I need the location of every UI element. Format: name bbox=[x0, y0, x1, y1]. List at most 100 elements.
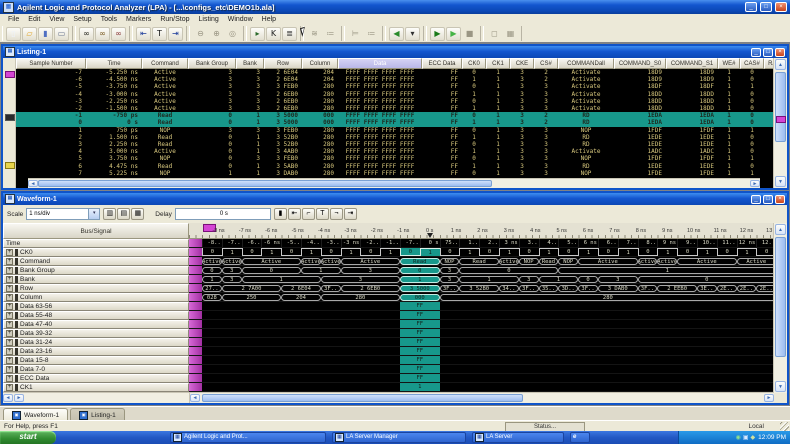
scroll-left-icon[interactable]: ◄ bbox=[3, 394, 13, 402]
setup-trigger-icon[interactable]: K bbox=[266, 26, 281, 41]
expand-icon[interactable]: + bbox=[6, 276, 13, 283]
prev-edge-icon[interactable]: ⌐ bbox=[301, 208, 315, 220]
begin-of-data-marker[interactable] bbox=[5, 71, 15, 78]
col-header-cas[interactable]: CAS# bbox=[740, 58, 764, 69]
col-header-data[interactable]: Data bbox=[338, 58, 422, 69]
col-header-ecc-data[interactable]: ECC Data bbox=[422, 58, 462, 69]
scroll-up-icon[interactable]: ▲ bbox=[775, 224, 786, 235]
taskbar-button-la-server-manager[interactable]: ▦ LA Server Manager bbox=[332, 432, 466, 443]
scroll-left-icon[interactable]: ◄ bbox=[28, 180, 38, 187]
sound-dropdown-icon[interactable]: ▾ bbox=[405, 26, 420, 41]
expand-icon[interactable]: + bbox=[6, 357, 13, 364]
waveform-plot[interactable]: Time -8.. -7.. -6.. -6 ns -5.. -4.. -3.. -3 ns -2… bbox=[3, 239, 774, 392]
signal-label-command[interactable]: + Command bbox=[3, 257, 189, 266]
expand-icon[interactable]: + bbox=[6, 312, 13, 319]
scroll-left-icon[interactable]: ◄ bbox=[190, 394, 200, 402]
table-row[interactable]: 2 1.500 ns Read 0 1 3 52B0 280 FFFF FFFF FFFF F… bbox=[16, 134, 773, 141]
menu-listing[interactable]: Listing bbox=[195, 16, 223, 23]
minimize-button[interactable]: _ bbox=[745, 2, 757, 12]
bus-signal-header[interactable]: Bus/Signal bbox=[3, 223, 189, 239]
expand-icon[interactable]: + bbox=[6, 285, 13, 292]
menu-tools[interactable]: Tools bbox=[97, 16, 121, 23]
signal-label-ck1[interactable]: + CK1 bbox=[3, 383, 189, 392]
table-row[interactable]: -3 -2.250 ns Active 3 3 2 6EB0 280 FFFF FFFF FF… bbox=[16, 98, 773, 105]
col-header-ck0[interactable]: CK0 bbox=[462, 58, 486, 69]
table-row[interactable]: 6 4.475 ns Read 0 1 3 5AB0 280 FFFF FFFF FFFF F… bbox=[16, 162, 773, 170]
trigger-marker-icon[interactable]: T bbox=[152, 26, 167, 41]
find-next-icon[interactable]: ∞ bbox=[95, 26, 110, 41]
new-file-icon[interactable]: ▯ bbox=[6, 26, 21, 41]
setup-options-icon[interactable]: ≣ bbox=[282, 26, 297, 41]
col-header-column[interactable]: Column bbox=[302, 58, 338, 69]
table-row[interactable]: -5 -3.750 ns Active 3 3 3 FEB0 280 FFFF FFFF FF… bbox=[16, 83, 773, 90]
expand-icon[interactable]: + bbox=[6, 366, 13, 373]
menu-markers[interactable]: Markers bbox=[122, 16, 155, 23]
pan-left-icon[interactable]: ⇤ bbox=[287, 208, 301, 220]
signal-label-data-15-8[interactable]: + Data 15-8 bbox=[3, 356, 189, 365]
next-marker-icon[interactable]: ⇥ bbox=[168, 26, 183, 41]
menu-view[interactable]: View bbox=[45, 16, 68, 23]
expand-icon[interactable]: + bbox=[6, 294, 13, 301]
next-edge-icon[interactable]: ¬ bbox=[329, 208, 343, 220]
sound-icon[interactable]: ◀ bbox=[389, 26, 404, 41]
table-row[interactable]: -1 -750 ps Read 0 1 3 5000 000 FFFF FFFF FFFF F… bbox=[16, 112, 773, 120]
start-button[interactable]: start bbox=[0, 431, 56, 444]
signal-label-data-47-40[interactable]: + Data 47-40 bbox=[3, 320, 189, 329]
taskbar-button-agilent-logic-and-prot[interactable]: ▦ Agilent Logic and Prot... bbox=[170, 432, 326, 443]
close-button[interactable]: × bbox=[775, 2, 787, 12]
waveform-zoom-out-icon[interactable]: ▦ bbox=[131, 208, 145, 220]
signal-label-data-23-16[interactable]: + Data 23-16 bbox=[3, 347, 189, 356]
col-header-ck1[interactable]: CK1 bbox=[486, 58, 510, 69]
scroll-right-icon[interactable]: ► bbox=[764, 394, 774, 402]
menu-edit[interactable]: Edit bbox=[24, 16, 44, 23]
signal-label-data-31-24[interactable]: + Data 31-24 bbox=[3, 338, 189, 347]
expand-icon[interactable]: + bbox=[6, 384, 13, 391]
waveform-minimize-button[interactable]: _ bbox=[751, 194, 761, 204]
signal-label-row[interactable]: + Row bbox=[3, 284, 189, 293]
col-header-cke[interactable]: CKE bbox=[510, 58, 534, 69]
find-prev-icon[interactable]: ∞ bbox=[111, 26, 126, 41]
waveform-maximize-button[interactable]: □ bbox=[763, 194, 773, 204]
waveform-v-scrollbar[interactable]: ▲ ▼ bbox=[773, 223, 787, 393]
scroll-down-icon[interactable]: ▼ bbox=[775, 176, 786, 187]
listing-minimize-button[interactable]: _ bbox=[751, 47, 761, 57]
table-row[interactable]: 7 5.225 ns NOP 1 1 3 DAB0 280 FFFF FFFF FFFF FF… bbox=[16, 170, 773, 177]
waveform-h-scrollbar[interactable]: ◄ ► ◄ ► bbox=[3, 392, 774, 403]
resize-grip[interactable] bbox=[780, 422, 789, 431]
table-row[interactable]: -2 -1.500 ns Active 3 3 2 6EB0 280 FFFF FFFF FF… bbox=[16, 105, 773, 112]
listing-h-scroll-thumb[interactable] bbox=[38, 180, 492, 187]
listing-maximize-button[interactable]: □ bbox=[763, 47, 773, 57]
listing-h-scrollbar[interactable]: ◄ ► bbox=[28, 178, 760, 188]
table-row[interactable]: -6 -4.500 ns Active 3 3 2 6E04 204 FFFF FFFF FF… bbox=[16, 76, 773, 83]
col-header-row[interactable]: Row bbox=[264, 58, 302, 69]
scroll-up-icon[interactable]: ▲ bbox=[775, 59, 786, 70]
signal-label-data-55-48[interactable]: + Data 55-48 bbox=[3, 311, 189, 320]
expand-icon[interactable]: + bbox=[6, 267, 13, 274]
signal-label-column[interactable]: + Column bbox=[3, 293, 189, 302]
expand-icon[interactable]: + bbox=[6, 249, 13, 256]
table-row[interactable]: 0 0 s Read 0 1 3 5000 000 FFFF FFFF FFFF FFFF FF… bbox=[16, 119, 773, 127]
setup-sampling-icon[interactable]: ▸ bbox=[250, 26, 265, 41]
menu-window[interactable]: Window bbox=[224, 16, 257, 23]
delay-input[interactable]: 0 s bbox=[174, 208, 271, 220]
run-repetitive-icon[interactable]: ▶ bbox=[446, 26, 461, 41]
chevron-down-icon[interactable]: ▾ bbox=[88, 209, 100, 219]
col-header-command[interactable]: Command bbox=[142, 58, 188, 69]
waveform-zoom-in-icon[interactable]: ▤ bbox=[117, 208, 131, 220]
pan-right-icon[interactable]: ⇥ bbox=[343, 208, 357, 220]
waveform-zoom-fit-icon[interactable]: ▥ bbox=[103, 208, 117, 220]
taskbar-ie-button[interactable]: e bbox=[570, 432, 590, 443]
listing-v-scrollbar[interactable]: ▲ ▼ bbox=[773, 58, 787, 188]
col-header-cs[interactable]: CS# bbox=[534, 58, 558, 69]
expand-icon[interactable]: + bbox=[6, 348, 13, 355]
taskbar-button-la-server[interactable]: ▦ LA Server bbox=[472, 432, 564, 443]
col-header-we[interactable]: WE# bbox=[718, 58, 740, 69]
cursor-row-marker[interactable] bbox=[5, 114, 15, 121]
table-row[interactable]: 4 3.000 ns Active 0 1 3 4AB0 280 FFFF FFFF FFFF… bbox=[16, 148, 773, 155]
maximize-button[interactable]: □ bbox=[760, 2, 772, 12]
open-folder-icon[interactable]: ▱ bbox=[22, 26, 37, 41]
expand-icon[interactable]: + bbox=[6, 321, 13, 328]
expand-icon[interactable]: + bbox=[6, 339, 13, 346]
table-row[interactable]: 5 3.750 ns NOP 0 3 3 FEB0 280 FFFF FFFF FFFF FF… bbox=[16, 155, 773, 162]
expand-icon[interactable]: + bbox=[6, 303, 13, 310]
